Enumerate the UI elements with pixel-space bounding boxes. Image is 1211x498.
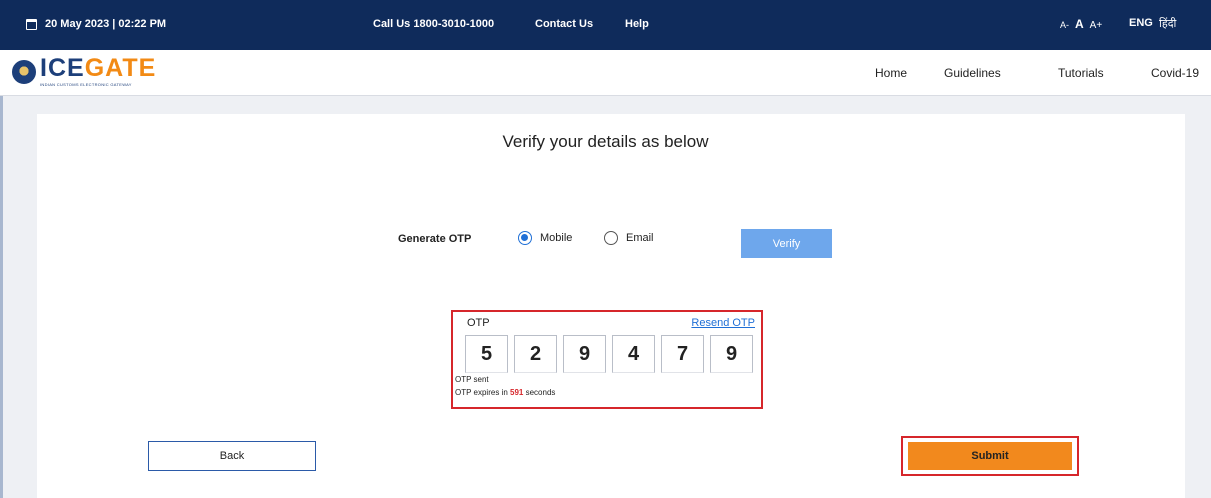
page-title: Verify your details as below [502, 132, 709, 151]
radio-checked-icon[interactable] [518, 231, 532, 245]
otp-digit-3[interactable]: 9 [563, 335, 606, 373]
left-border [0, 96, 3, 498]
otp-digit-4[interactable]: 4 [612, 335, 655, 373]
nav-home[interactable]: Home [875, 66, 907, 80]
back-button[interactable]: Back [148, 441, 316, 471]
contact-us-link[interactable]: Contact Us [535, 18, 593, 30]
generate-otp-label: Generate OTP [398, 233, 472, 245]
font-decrease-button[interactable]: A- [1060, 20, 1069, 30]
top-bar: 20 May 2023 | 02:22 PM Call Us 1800-3010… [0, 0, 1211, 50]
verify-button[interactable]: Verify [741, 229, 832, 258]
otp-digit-5[interactable]: 7 [661, 335, 704, 373]
logo-tagline: INDIAN CUSTOMS ELECTRONIC GATEWAY [40, 82, 132, 87]
radio-mobile-label: Mobile [540, 232, 573, 244]
submit-highlight: Submit [901, 436, 1079, 476]
otp-expiry-status: OTP expires in 591 seconds [455, 388, 555, 397]
nav-covid[interactable]: Covid-19 [1151, 66, 1199, 80]
font-size-controls: A- A A+ [1060, 17, 1102, 31]
otp-sent-status: OTP sent [455, 375, 489, 384]
help-link[interactable]: Help [625, 18, 649, 30]
logo-wordmark: ICEGATE [40, 54, 157, 82]
expiry-suffix: seconds [525, 388, 556, 397]
font-increase-button[interactable]: A+ [1090, 20, 1103, 31]
emblem-icon [12, 59, 36, 84]
radio-unchecked-icon[interactable] [604, 231, 618, 245]
radio-email-label: Email [626, 232, 654, 244]
otp-digit-1[interactable]: 5 [465, 335, 508, 373]
nav-guidelines[interactable]: Guidelines [944, 66, 1001, 80]
expiry-prefix: OTP expires in [455, 388, 508, 397]
otp-label: OTP [467, 317, 490, 329]
otp-digit-inputs: 5 2 9 4 7 9 [465, 335, 753, 373]
language-hindi-button[interactable]: हिंदी [1159, 16, 1176, 31]
datetime: 20 May 2023 | 02:22 PM [26, 18, 166, 30]
otp-digit-6[interactable]: 9 [710, 335, 753, 373]
expiry-seconds: 591 [510, 388, 524, 397]
datetime-text: 20 May 2023 | 02:22 PM [45, 18, 167, 30]
font-normal-button[interactable]: A [1075, 17, 1084, 31]
icegate-logo[interactable]: ICEGATE INDIAN CUSTOMS ELECTRONIC GATEWA… [12, 56, 156, 87]
calendar-icon [26, 18, 37, 30]
radio-email[interactable]: Email [604, 231, 654, 245]
nav-tutorials[interactable]: Tutorials [1058, 66, 1104, 80]
resend-otp-link[interactable]: Resend OTP [691, 317, 755, 329]
main-navbar: ICEGATE INDIAN CUSTOMS ELECTRONIC GATEWA… [0, 50, 1211, 96]
language-english-button[interactable]: ENG [1129, 17, 1153, 29]
submit-button[interactable]: Submit [908, 442, 1072, 470]
logo-text: ICEGATE INDIAN CUSTOMS ELECTRONIC GATEWA… [40, 54, 157, 88]
otp-digit-2[interactable]: 2 [514, 335, 557, 373]
otp-section: OTP Resend OTP 5 2 9 4 7 9 OTP sent OTP … [451, 310, 763, 409]
call-us-link[interactable]: Call Us 1800-3010-1000 [373, 18, 494, 30]
radio-mobile[interactable]: Mobile [518, 231, 572, 245]
